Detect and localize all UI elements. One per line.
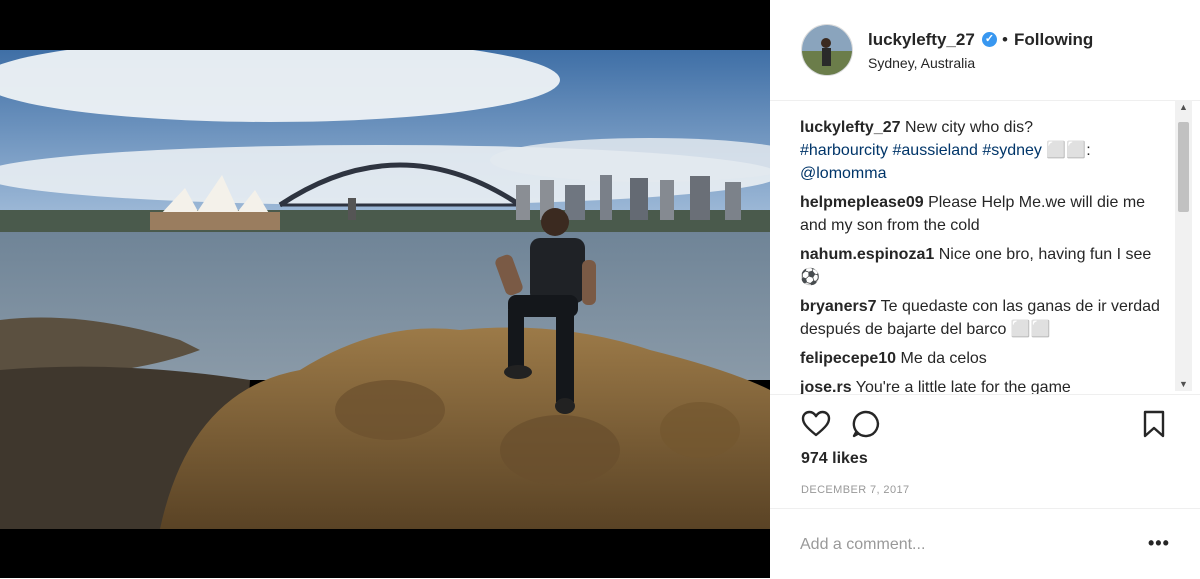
avatar[interactable] <box>801 24 853 76</box>
list-item: helpmeplease09 Please Help Me.we will di… <box>800 191 1172 237</box>
verified-badge-icon: ✓ <box>982 32 997 47</box>
comment-text: Me da celos <box>900 350 987 367</box>
comment-username[interactable]: felipecepe10 <box>800 350 896 367</box>
comment-username[interactable]: jose.rs <box>800 379 852 395</box>
comment-bubble-icon[interactable] <box>850 408 882 440</box>
caption-mention[interactable]: @lomomma <box>800 165 886 182</box>
post-username[interactable]: luckylefty_27 <box>868 30 975 50</box>
caption-emoji: ⬜⬜: <box>1046 142 1091 159</box>
heart-icon[interactable] <box>800 408 832 440</box>
list-item: nahum.espinoza1 Nice one bro, having fun… <box>800 243 1172 289</box>
comment-input[interactable] <box>800 533 1130 557</box>
comment-username[interactable]: helpmeplease09 <box>800 194 924 211</box>
post-side-panel: luckylefty_27 ✓ • Following Sydney, Aust… <box>770 0 1200 578</box>
list-item: jose.rs You're a little late for the gam… <box>800 376 1172 395</box>
comment-username[interactable]: bryaners7 <box>800 298 877 315</box>
caption-hashtags[interactable]: #harbourcity #aussieland #sydney <box>800 142 1042 159</box>
bookmark-icon[interactable] <box>1140 408 1168 440</box>
caption-text: New city who dis? <box>904 119 1034 136</box>
post-actions <box>770 394 1200 455</box>
post-media <box>0 0 770 578</box>
caption-username[interactable]: luckylefty_27 <box>800 119 901 136</box>
caption: luckylefty_27 New city who dis? #harbour… <box>800 116 1172 185</box>
comment-text: You're a little late for the game <box>855 379 1071 395</box>
more-options-button[interactable]: ••• <box>1148 533 1170 554</box>
post-header: luckylefty_27 ✓ • Following Sydney, Aust… <box>770 0 1200 101</box>
scrollbar-thumb[interactable] <box>1178 122 1189 212</box>
separator-dot: • <box>1002 30 1008 49</box>
scroll-down-arrow-icon[interactable]: ▼ <box>1175 377 1192 391</box>
post-location[interactable]: Sydney, Australia <box>868 55 975 71</box>
comment-username[interactable]: nahum.espinoza1 <box>800 246 934 263</box>
post-date[interactable]: DECEMBER 7, 2017 <box>801 484 910 496</box>
list-item: bryaners7 Te quedaste con las ganas de i… <box>800 295 1172 341</box>
list-item: felipecepe10 Me da celos <box>800 347 1172 370</box>
likes-count[interactable]: 974 likes <box>801 450 868 468</box>
post-photo[interactable] <box>0 50 770 529</box>
avatar-image <box>802 25 852 75</box>
comments-list[interactable]: luckylefty_27 New city who dis? #harbour… <box>800 116 1172 395</box>
comments-scrollbar[interactable]: ▲ ▼ <box>1175 100 1192 391</box>
following-button[interactable]: Following <box>1014 30 1093 50</box>
scroll-up-arrow-icon[interactable]: ▲ <box>1175 100 1192 114</box>
add-comment-section: ••• <box>770 508 1200 579</box>
